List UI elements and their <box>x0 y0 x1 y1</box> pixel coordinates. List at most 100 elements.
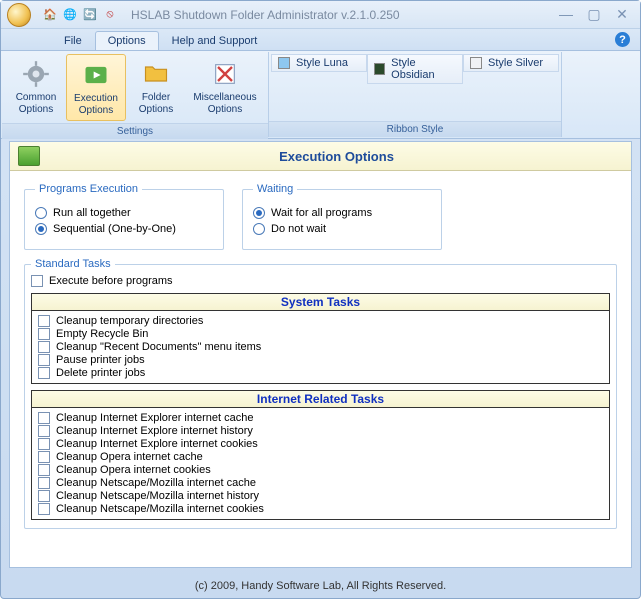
style-item-label: Style Silver <box>488 57 543 69</box>
programs-option-0[interactable]: Run all together <box>35 207 213 219</box>
standard-tasks-area: Standard Tasks Execute before programs S… <box>24 258 617 529</box>
programs-execution-group: Programs Execution Run all together Seque… <box>24 183 224 250</box>
close-button[interactable]: ✕ <box>614 6 630 23</box>
checkbox-icon[interactable] <box>38 490 50 502</box>
app-window: 🏠 🌐 🔄 ⦸ HSLAB Shutdown Folder Administra… <box>0 0 641 599</box>
tab-options[interactable]: Options <box>95 31 159 50</box>
tab-help[interactable]: Help and Support <box>159 31 271 50</box>
standard-tasks-legend: Standard Tasks <box>31 258 115 270</box>
system-task-4[interactable]: Delete printer jobs <box>38 367 603 379</box>
style-item-label: Style Obsidian <box>391 57 456 81</box>
task-label: Cleanup Netscape/Mozilla internet cache <box>56 477 256 489</box>
qat-globe-icon[interactable]: 🌐 <box>61 6 79 24</box>
folder-icon <box>140 58 172 90</box>
settings-group-label: Settings <box>2 123 268 139</box>
internet-tasks-title: Internet Related Tasks <box>31 390 610 408</box>
task-label: Cleanup Internet Explore internet cookie… <box>56 438 258 450</box>
checkbox-icon[interactable] <box>31 275 43 287</box>
content-panel: Execution Options Programs Execution Run… <box>9 141 632 568</box>
system-task-1[interactable]: Empty Recycle Bin <box>38 328 603 340</box>
task-label: Cleanup Opera internet cookies <box>56 464 211 476</box>
titlebar: 🏠 🌐 🔄 ⦸ HSLAB Shutdown Folder Administra… <box>1 1 640 29</box>
task-label: Cleanup Netscape/Mozilla internet histor… <box>56 490 259 502</box>
style-item-2[interactable]: Style Silver <box>463 54 559 72</box>
style-swatch-icon <box>470 57 482 69</box>
gear-icon <box>20 58 52 90</box>
misc-icon <box>209 58 241 90</box>
inet-task-0[interactable]: Cleanup Internet Explorer internet cache <box>38 412 603 424</box>
inet-task-4[interactable]: Cleanup Opera internet cookies <box>38 464 603 476</box>
radio-label: Sequential (One-by-One) <box>53 223 176 235</box>
radio-label: Wait for all programs <box>271 207 372 219</box>
checkbox-icon[interactable] <box>38 354 50 366</box>
checkbox-icon[interactable] <box>38 425 50 437</box>
common-options-label: Common Options <box>16 92 57 115</box>
system-task-3[interactable]: Pause printer jobs <box>38 354 603 366</box>
maximize-button[interactable]: ▢ <box>586 6 602 23</box>
radio-icon[interactable] <box>253 207 265 219</box>
panel-header: Execution Options <box>10 142 631 171</box>
waiting-group: Waiting Wait for all programs Do not wait <box>242 183 442 250</box>
tab-file[interactable]: File <box>51 31 95 50</box>
execution-options-button[interactable]: Execution Options <box>66 54 126 121</box>
task-label: Cleanup Internet Explorer internet cache <box>56 412 254 424</box>
checkbox-icon[interactable] <box>38 315 50 327</box>
inet-task-7[interactable]: Cleanup Netscape/Mozilla internet cookie… <box>38 503 603 515</box>
task-label: Cleanup temporary directories <box>56 315 203 327</box>
qat-refresh-icon[interactable]: 🔄 <box>81 6 99 24</box>
system-tasks-box: Cleanup temporary directoriesEmpty Recyc… <box>31 311 610 384</box>
waiting-legend: Waiting <box>253 183 297 195</box>
folder-options-label: Folder Options <box>139 92 173 115</box>
folder-options-button[interactable]: Folder Options <box>126 54 186 119</box>
radio-icon[interactable] <box>35 207 47 219</box>
execution-options-label: Execution Options <box>74 93 118 116</box>
window-controls: — ▢ ✕ <box>558 6 634 23</box>
style-item-1[interactable]: Style Obsidian <box>367 54 463 84</box>
radio-icon[interactable] <box>35 223 47 235</box>
panel-icon <box>18 146 40 166</box>
minimize-button[interactable]: — <box>558 6 574 23</box>
inet-task-2[interactable]: Cleanup Internet Explore internet cookie… <box>38 438 603 450</box>
checkbox-icon[interactable] <box>38 341 50 353</box>
radio-icon[interactable] <box>253 223 265 235</box>
checkbox-icon[interactable] <box>38 438 50 450</box>
checkbox-icon[interactable] <box>38 367 50 379</box>
inet-task-6[interactable]: Cleanup Netscape/Mozilla internet histor… <box>38 490 603 502</box>
programs-option-1[interactable]: Sequential (One-by-One) <box>35 223 213 235</box>
system-task-2[interactable]: Cleanup "Recent Documents" menu items <box>38 341 603 353</box>
task-label: Delete printer jobs <box>56 367 145 379</box>
misc-options-button[interactable]: Miscellaneous Options <box>186 54 264 119</box>
inet-task-5[interactable]: Cleanup Netscape/Mozilla internet cache <box>38 477 603 489</box>
radio-label: Do not wait <box>271 223 326 235</box>
qat-home-icon[interactable]: 🏠 <box>41 6 59 24</box>
waiting-option-1[interactable]: Do not wait <box>253 223 431 235</box>
inet-task-1[interactable]: Cleanup Internet Explore internet histor… <box>38 425 603 437</box>
checkbox-icon[interactable] <box>38 464 50 476</box>
style-list: Style Luna Style Obsidian Style Silver <box>269 52 561 121</box>
task-label: Cleanup Internet Explore internet histor… <box>56 425 253 437</box>
task-label: Pause printer jobs <box>56 354 145 366</box>
app-logo-icon <box>7 3 31 27</box>
menu-tabs: File Options Help and Support ? <box>1 29 640 51</box>
radio-label: Run all together <box>53 207 131 219</box>
help-icon[interactable]: ? <box>615 32 630 47</box>
ribbon-group-settings: Common Options Execution Options Folder … <box>2 52 269 137</box>
checkbox-icon[interactable] <box>38 477 50 489</box>
programs-legend: Programs Execution <box>35 183 142 195</box>
execute-before-label: Execute before programs <box>49 275 173 287</box>
checkbox-icon[interactable] <box>38 503 50 515</box>
task-label: Empty Recycle Bin <box>56 328 148 340</box>
common-options-button[interactable]: Common Options <box>6 54 66 119</box>
style-item-0[interactable]: Style Luna <box>271 54 367 72</box>
ribbon: Common Options Execution Options Folder … <box>1 51 640 139</box>
execute-before-row[interactable]: Execute before programs <box>31 275 610 287</box>
waiting-option-0[interactable]: Wait for all programs <box>253 207 431 219</box>
window-title: HSLAB Shutdown Folder Administrator v.2.… <box>131 8 558 22</box>
checkbox-icon[interactable] <box>38 451 50 463</box>
checkbox-icon[interactable] <box>38 412 50 424</box>
checkbox-icon[interactable] <box>38 328 50 340</box>
qat-cancel-icon[interactable]: ⦸ <box>101 6 119 24</box>
inet-task-3[interactable]: Cleanup Opera internet cache <box>38 451 603 463</box>
system-task-0[interactable]: Cleanup temporary directories <box>38 315 603 327</box>
footer-text: (c) 2009, Handy Software Lab, All Rights… <box>1 580 640 592</box>
